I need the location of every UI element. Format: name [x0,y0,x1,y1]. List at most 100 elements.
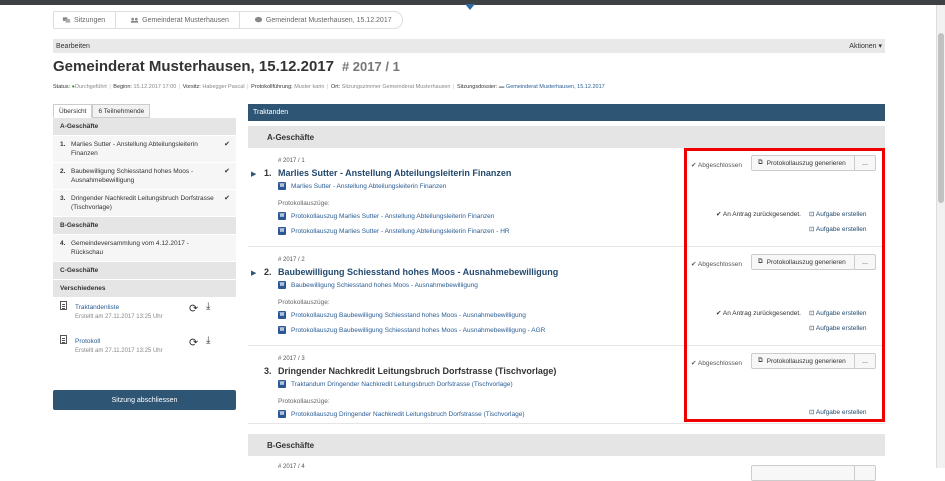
word-doc-icon: W [278,227,286,235]
more-button[interactable] [855,465,876,481]
document-link[interactable]: Traktandenliste [75,304,119,311]
proposal-file-name: Marlies Sutter - Anstellung Abteilungsle… [291,182,447,190]
returned-status-label: An Antrag zurückgesendet. [722,310,801,317]
create-task-link[interactable]: ⊡ Aufgabe erstellen [809,324,867,332]
agenda-item[interactable]: 2. Baubewilligung Schiesstand hohes Moos… [53,163,236,189]
generate-extract-button[interactable]: ⧉ Protokollauszug generieren [751,155,855,171]
left-tabs: Übersicht 6 Teilnehmende [53,104,151,118]
page: Sitzungen Gemeinderat Musterhausen Gemei… [53,9,885,481]
agenda-item-number: 2. [60,168,66,175]
more-button[interactable]: ... [855,353,876,369]
scrollbar[interactable] [937,5,945,468]
extract-file[interactable]: W Protokollauszug Baubewilligung Schiesst… [278,311,526,319]
download-icon[interactable]: ⤓ [206,301,210,312]
proposal-file[interactable]: W Marlies Sutter - Anstellung Abteilungsl… [278,182,446,190]
generate-extract-label: Protokollauszug generieren [766,258,846,266]
generate-extract-button[interactable]: ⧉ Protokollauszug generieren [751,254,855,270]
create-task-link[interactable]: ⊡ Aufgabe erstellen [809,210,867,218]
check-icon: ✔ [224,141,230,148]
agenda-item[interactable]: 3. Dringender Nachkredit Leitungsbruch D… [53,190,236,216]
expand-icon[interactable]: ▶ [251,269,256,277]
separator: | [453,84,455,90]
more-button[interactable]: ... [855,254,876,270]
extract-file-name: Protokollauszug Marlies Sutter - Anstell… [291,212,495,220]
breadcrumb-item-sitzungen[interactable]: Sitzungen [53,11,117,29]
generate-extract-label: Protokollauszug generieren [766,159,846,167]
agenda-item-label: Baubewilligung Schiesstand hohes Moos - … [71,168,194,184]
page-title: Gemeinderat Musterhausen, 15.12.2017 # 20… [53,58,400,75]
breadcrumb-item-meeting[interactable]: Gemeinderat Musterhausen, 15.12.2017 [239,11,403,29]
create-task-label: Aufgabe erstellen [815,325,867,332]
check-icon: ✔ [224,195,230,202]
section-c: C-Geschäfte [53,262,236,279]
create-task-link[interactable]: ⊡ Aufgabe erstellen [809,309,867,317]
agenda-item-number: 1. [60,141,66,148]
word-doc-icon: W [278,410,286,418]
copy-icon: ⧉ [758,159,763,166]
agenda-item-label: Dringender Nachkredit Leitungsbruch Dorf… [71,195,214,211]
extract-file[interactable]: W Protokollauszug Marlies Sutter - Anstel… [278,212,494,220]
meeting-number: # 2017 / 1 [341,59,400,74]
begin-value: 15.12.2017 17:00 [133,84,177,90]
breadcrumb-item-committee[interactable]: Gemeinderat Musterhausen [116,11,240,29]
minutes-value: Muster karin [294,84,325,90]
word-doc-icon: W [278,182,286,190]
agenda-entry-title[interactable]: Baubewilligung Schiesstand hohes Moos - … [278,267,558,277]
dossier-link[interactable]: Gemeinderat Musterhausen, 15.12.2017 [506,84,605,90]
tab-participants[interactable]: 6 Teilnehmende [92,104,151,118]
meeting-meta: Status: ●Durchgeführt | Beginn: 15.12.20… [53,84,605,90]
document-item: Protokoll Erstellt am 27.11.2017 13:25 U… [53,332,236,366]
refresh-icon[interactable]: ⟳ [189,302,198,315]
agenda-entry-title[interactable]: Marlies Sutter - Anstellung Abteilungsle… [278,168,511,178]
generate-extract-button[interactable]: ⧉ Protokollauszug generieren [751,353,855,369]
agenda-entry: # 2017 / 4 [248,456,885,481]
word-doc-icon: W [278,311,286,319]
more-button[interactable]: ... [855,155,876,171]
status-label: Status: [53,84,71,90]
document-icon [60,335,67,344]
create-task-link[interactable]: ⊡ Aufgabe erstellen [809,225,867,233]
generate-extract-button[interactable] [751,465,855,481]
proposal-file-name: Traktandum Dringender Nachkredit Leitung… [291,380,513,388]
close-meeting-button[interactable]: Sitzung abschliessen [53,390,236,410]
extract-file[interactable]: W Protokollauszug Marlies Sutter - Anstel… [278,227,510,235]
document-created: Erstellt am 27.11.2017 13:25 Uhr [75,348,163,354]
word-doc-icon: W [278,326,286,334]
create-task-label: Aufgabe erstellen [815,310,867,317]
returned-status-label: An Antrag zurückgesendet. [722,211,801,218]
meeting-title: Gemeinderat Musterhausen, 15.12.2017 [53,58,334,75]
document-item: Traktandenliste Erstellt am 27.11.2017 1… [53,298,236,332]
agenda-entry-index: 2. [264,267,272,277]
word-doc-icon: W [278,380,286,388]
agenda-entry-title[interactable]: Dringender Nachkredit Leitungsbruch Dorf… [278,366,556,376]
place-label: Ort: [330,84,341,90]
generate-extract-label: Protokollauszug generieren [766,357,846,365]
left-panel: A-Geschäfte 1. Marlies Sutter - Anstellu… [53,118,236,366]
create-task-link[interactable]: ⊡ Aufgabe erstellen [809,408,867,416]
expand-icon[interactable]: ▶ [251,170,256,178]
proposal-file[interactable]: W Baubewilligung Schiesstand hohes Moos -… [278,281,478,289]
section-b: B-Geschäfte [53,217,236,234]
separator: | [178,84,181,90]
status-closed-label: Abgeschlossen [697,360,742,367]
document-icon [60,301,67,310]
extract-file[interactable]: W Protokollauszug Baubewilligung Schiesst… [278,326,545,334]
agenda-item[interactable]: 4. Gemeindeversammlung vom 4.12.2017 - R… [53,235,236,261]
extract-file-name: Protokollauszug Baubewilligung Schiessta… [291,311,526,319]
scrollbar-thumb[interactable] [938,33,944,203]
agenda-item[interactable]: 1. Marlies Sutter - Anstellung Abteilung… [53,136,236,162]
download-icon[interactable]: ⤓ [206,335,210,346]
document-link[interactable]: Protokoll [75,338,100,345]
actions-menu[interactable]: Aktionen ▾ [849,42,882,50]
proposal-file[interactable]: W Traktandum Dringender Nachkredit Leitun… [278,380,513,388]
extracts-label: Protokollauszüge: [278,299,330,306]
section-misc: Verschiedenes [53,280,236,297]
extracts-label: Protokollauszüge: [278,200,330,207]
edit-link[interactable]: Bearbeiten [56,43,90,50]
refresh-icon[interactable]: ⟳ [189,336,198,349]
extract-file[interactable]: W Protokollauszug Dringender Nachkredit L… [278,410,525,418]
returned-status: ✔ An Antrag zurückgesendet. [716,310,801,317]
tab-overview[interactable]: Übersicht [53,104,93,118]
folder-icon: ▬ [498,84,505,90]
dossier-label: Sitzungsdossier: [457,84,498,90]
